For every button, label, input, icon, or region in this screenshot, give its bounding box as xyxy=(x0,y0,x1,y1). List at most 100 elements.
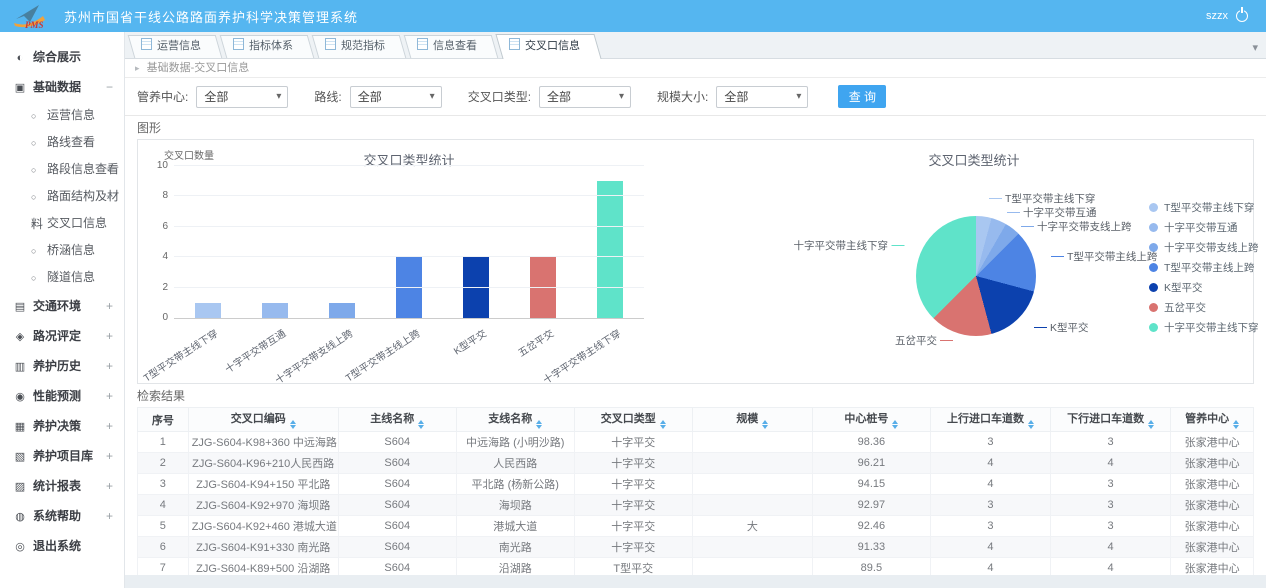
pie-label-text: 十字平交带互通 xyxy=(1023,205,1097,220)
chevron-down-icon[interactable]: ▾ xyxy=(1252,41,1258,54)
column-header-label: 支线名称 xyxy=(488,413,532,425)
sidebar-item-operation-info[interactable]: ○运营信息 xyxy=(0,102,124,129)
tab-运营信息[interactable]: 运营信息 xyxy=(131,35,219,58)
column-header-label: 上行进口车道数 xyxy=(947,413,1024,425)
expand-plus-icon[interactable]: + xyxy=(106,156,113,183)
pie-chart-title: 交叉口类型统计 xyxy=(774,150,1174,169)
collapse-minus-icon[interactable]: − xyxy=(106,72,113,102)
sidebar-item-performance-predict[interactable]: ◉性能预测+ xyxy=(0,381,124,411)
cell-seq: 7 xyxy=(138,558,189,576)
select-value: 全部 xyxy=(197,88,228,105)
sidebar-item-statistics-report[interactable]: ▨统计报表+ xyxy=(0,471,124,501)
legend-item[interactable]: 十字平交带主线下穿 xyxy=(1149,320,1259,335)
sort-icon[interactable] xyxy=(1148,420,1154,429)
expand-plus-icon[interactable]: + xyxy=(106,471,113,501)
expand-plus-icon[interactable]: + xyxy=(106,291,113,321)
sidebar-item-maintenance-projects[interactable]: ▧养护项目库+ xyxy=(0,441,124,471)
cell-down-lanes: 3 xyxy=(1051,432,1171,453)
cell-scale xyxy=(692,558,812,576)
column-header-scale[interactable]: 规模 xyxy=(692,408,812,432)
document-icon xyxy=(233,38,244,50)
sidebar-item-maintenance-history[interactable]: ▥养护历史+ xyxy=(0,351,124,381)
sidebar-item-overview[interactable]: ◐综合展示 xyxy=(0,42,124,72)
cell-type: 十字平交 xyxy=(574,495,692,516)
cell-type: T型平交 xyxy=(574,558,692,576)
sort-icon[interactable] xyxy=(1028,420,1034,429)
expand-plus-icon[interactable]: + xyxy=(106,381,113,411)
legend-item[interactable]: T型平交带主线上跨 xyxy=(1149,260,1259,275)
sidebar-item-pavement-structure[interactable]: ○路面结构及材料+ xyxy=(0,183,124,210)
bar-十字平交带互通 xyxy=(262,303,288,318)
column-header-label: 规模 xyxy=(736,413,758,425)
sort-icon[interactable] xyxy=(1233,420,1239,429)
dashboard-icon: ◐ xyxy=(13,43,27,73)
legend-item[interactable]: K型平交 xyxy=(1149,280,1259,295)
column-header-up-lanes[interactable]: 上行进口车道数 xyxy=(930,408,1050,432)
pie-label: 十字平交带互通 xyxy=(1007,205,1097,220)
sidebar-item-logout[interactable]: ◎退出系统 xyxy=(0,531,124,561)
sidebar-item-maintenance-decision[interactable]: ▦养护决策+ xyxy=(0,411,124,441)
expand-plus-icon[interactable]: + xyxy=(106,351,113,381)
sort-icon[interactable] xyxy=(660,420,666,429)
legend-item[interactable]: T型平交带主线下穿 xyxy=(1149,200,1259,215)
tab-交叉口信息[interactable]: 交叉口信息 xyxy=(499,34,598,59)
sidebar-item-condition-eval[interactable]: ◈路况评定+ xyxy=(0,321,124,351)
legend-item[interactable]: 十字平交带互通 xyxy=(1149,220,1259,235)
column-header-code[interactable]: 交叉口编码 xyxy=(188,408,338,432)
sidebar-item-system-help[interactable]: ◍系统帮助+ xyxy=(0,501,124,531)
sort-icon[interactable] xyxy=(290,420,296,429)
sidebar-item-route-view[interactable]: ○路线查看 xyxy=(0,129,124,156)
sidebar-item-bridge-info[interactable]: ○桥涵信息 xyxy=(0,237,124,264)
sidebar-item-intersection-info[interactable]: ○交叉口信息 xyxy=(0,210,124,237)
sidebar-item-traffic-env[interactable]: ▤交通环境+ xyxy=(0,291,124,321)
column-header-type[interactable]: 交叉口类型 xyxy=(574,408,692,432)
sort-icon[interactable] xyxy=(892,420,898,429)
x-axis-label: T型平交带主线下穿 xyxy=(140,325,220,384)
expand-plus-icon[interactable]: + xyxy=(106,501,113,531)
sidebar-item-label: 交通环境 xyxy=(33,299,81,313)
column-header-mainline[interactable]: 主线名称 xyxy=(338,408,456,432)
expand-plus-icon[interactable]: + xyxy=(106,441,113,471)
y-axis-tick: 6 xyxy=(144,221,168,232)
cell-branch: 人民西路 xyxy=(456,453,574,474)
sidebar-item-base-data[interactable]: ▣基础数据− xyxy=(0,72,124,102)
bar-chart xyxy=(174,166,644,319)
legend-item[interactable]: 十字平交带支线上跨 xyxy=(1149,240,1259,255)
column-header-stake[interactable]: 中心桩号 xyxy=(812,408,930,432)
expand-plus-icon[interactable]: + xyxy=(106,411,113,441)
sort-down-arrow xyxy=(762,425,768,429)
legend-dot xyxy=(1149,223,1158,232)
expand-plus-icon[interactable]: + xyxy=(106,183,113,210)
tab-信息查看[interactable]: 信息查看 xyxy=(407,35,495,58)
search-button[interactable]: 查 询 xyxy=(838,85,886,108)
sort-icon[interactable] xyxy=(536,420,542,429)
x-axis-label: T型平交带主线上跨 xyxy=(342,325,422,384)
cell-seq: 1 xyxy=(138,432,189,453)
select-route[interactable]: 全部▾ xyxy=(350,86,442,108)
select-scale[interactable]: 全部▾ xyxy=(716,86,808,108)
cell-seq: 4 xyxy=(138,495,189,516)
cell-down-lanes: 3 xyxy=(1051,495,1171,516)
tab-规范指标[interactable]: 规范指标 xyxy=(315,35,403,58)
sort-icon[interactable] xyxy=(418,420,424,429)
legend-item[interactable]: 五岔平交 xyxy=(1149,300,1259,315)
expand-plus-icon[interactable]: + xyxy=(106,321,113,351)
tab-指标体系[interactable]: 指标体系 xyxy=(223,35,311,58)
legend-label: 十字平交带主线下穿 xyxy=(1164,320,1259,335)
logout-icon: ◎ xyxy=(13,532,27,562)
column-header-down-lanes[interactable]: 下行进口车道数 xyxy=(1051,408,1171,432)
cell-code: ZJG-S604-K94+150 平北路 xyxy=(188,474,338,495)
sidebar-item-tunnel-info[interactable]: ○隧道信息 xyxy=(0,264,124,291)
select-intersection-type[interactable]: 全部▾ xyxy=(539,86,631,108)
logout-power-icon[interactable] xyxy=(1236,10,1248,22)
sort-up-arrow xyxy=(762,420,768,424)
bullet-icon: ○ xyxy=(31,211,41,238)
sort-icon[interactable] xyxy=(762,420,768,429)
select-management-center[interactable]: 全部▾ xyxy=(196,86,288,108)
sidebar-item-section-info[interactable]: ○路段信息查看+ xyxy=(0,156,124,183)
column-header-branch[interactable]: 支线名称 xyxy=(456,408,574,432)
cell-code: ZJG-S604-K89+500 沿湖路 xyxy=(188,558,338,576)
column-header-center[interactable]: 管养中心 xyxy=(1171,408,1254,432)
x-axis-label: 五岔平交 xyxy=(515,325,557,359)
pie-legend: T型平交带主线下穿十字平交带互通十字平交带支线上跨 T型平交带主线上跨 K型平交五岔… xyxy=(1149,200,1259,335)
